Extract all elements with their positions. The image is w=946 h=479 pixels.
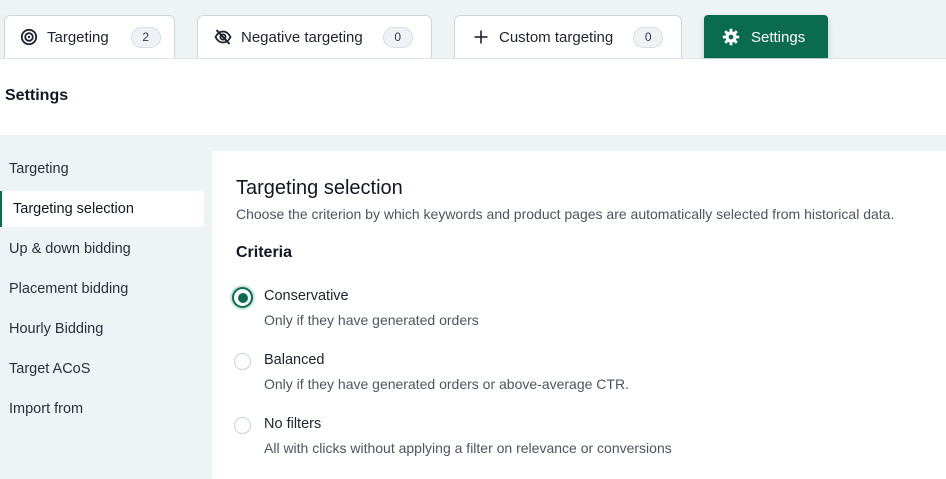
tab-bar: Targeting 2 Negative targeting 0 Custom … — [0, 0, 946, 59]
count-badge: 0 — [382, 26, 413, 48]
count-badge: 2 — [130, 26, 161, 48]
sidebar-item-placement-bidding[interactable]: Placement bidding — [0, 271, 204, 307]
option-description: All with clicks without applying a filte… — [264, 440, 672, 456]
count-badge: 0 — [633, 26, 664, 48]
tab-label: Custom targeting — [499, 28, 614, 46]
sidebar-item-import-from[interactable]: Import from — [0, 391, 204, 427]
sidebar-item-hourly-bidding[interactable]: Hourly Bidding — [0, 311, 204, 347]
targeting-selection-panel: Targeting selection Choose the criterion… — [212, 151, 946, 479]
radio-button-selected[interactable] — [232, 287, 253, 308]
tab-label: Targeting — [47, 28, 109, 46]
plus-icon — [472, 28, 490, 46]
radio-button[interactable] — [234, 353, 251, 370]
section-title: Targeting selection — [236, 177, 403, 199]
tab-custom-targeting[interactable]: Custom targeting 0 — [454, 15, 682, 58]
page-title: Settings — [5, 87, 69, 104]
option-label: No filters — [264, 416, 322, 432]
gear-icon — [722, 28, 740, 46]
sidebar-item-target-acos[interactable]: Target ACoS — [0, 351, 204, 387]
option-label: Conservative — [264, 288, 349, 304]
sidebar-item-up-down-bidding[interactable]: Up & down bidding — [0, 231, 204, 267]
tab-label: Settings — [751, 28, 806, 46]
option-description: Only if they have generated orders — [264, 312, 479, 328]
target-icon — [20, 28, 38, 46]
tab-label: Negative targeting — [241, 28, 363, 46]
tab-negative-targeting[interactable]: Negative targeting 0 — [197, 15, 432, 58]
sidebar-item-targeting-selection[interactable]: Targeting selection — [0, 191, 204, 227]
tab-targeting[interactable]: Targeting 2 — [4, 15, 175, 58]
option-label: Balanced — [264, 352, 325, 368]
sidebar-item-targeting[interactable]: Targeting — [0, 151, 204, 187]
tab-settings[interactable]: Settings — [704, 15, 828, 58]
option-description: Only if they have generated orders or ab… — [264, 376, 629, 392]
radio-button[interactable] — [234, 417, 251, 434]
section-description: Choose the criterion by which keywords a… — [236, 206, 895, 222]
criteria-heading: Criteria — [236, 244, 293, 261]
eye-off-icon — [214, 28, 232, 46]
settings-sidebar: Targeting Targeting selection Up & down … — [0, 135, 212, 479]
page-header: Settings — [0, 59, 946, 135]
